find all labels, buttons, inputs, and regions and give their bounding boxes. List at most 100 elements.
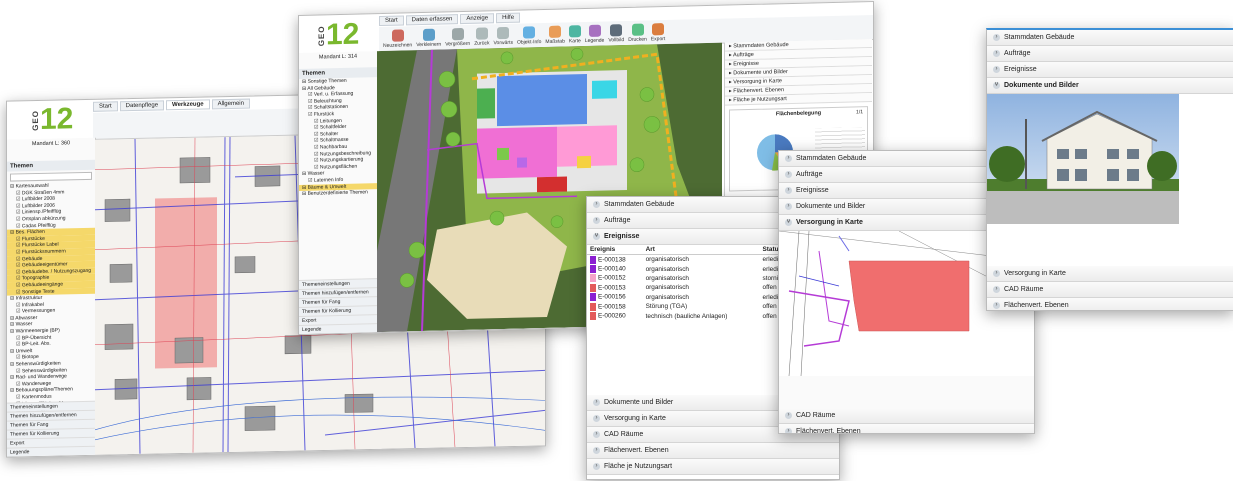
chevron-down-icon: ˅ [785, 219, 792, 226]
themes-tree-panel: Mandant L: 314 Themen ⊟ Sonstige Themen ⊟… [299, 51, 378, 335]
chevron-right-icon: › [593, 430, 600, 438]
accordion-row[interactable]: › Versorgung in Karte [987, 266, 1233, 282]
toolbar-button[interactable]: Zurück [474, 26, 490, 47]
chevron-right-icon: › [593, 201, 600, 208]
toolbar-button[interactable]: Verkleinern [416, 28, 441, 48]
accordion-label: Aufträge [604, 217, 631, 224]
search-input[interactable] [10, 171, 92, 182]
status-swatch [590, 302, 596, 311]
tool-icon [523, 25, 536, 39]
tree-item[interactable]: ⊟ Benutzerdefinierte Themen [299, 189, 377, 198]
tool-icon [652, 22, 665, 35]
event-art: organisatorisch [645, 274, 689, 282]
tool-label: Maßstab [545, 38, 565, 45]
status-swatch [590, 283, 596, 292]
chevron-right-icon: › [993, 270, 1000, 277]
chevron-right-icon: › [785, 203, 792, 210]
event-art: organisatorisch [645, 265, 689, 273]
tab-werkzeuge[interactable]: Werkzeuge [166, 99, 210, 111]
tab-start[interactable]: Start [379, 15, 404, 27]
tab-anzeige[interactable]: Anzeige [460, 13, 495, 25]
accordion-label: CAD Räume [1004, 286, 1044, 293]
chart-pager[interactable]: 1/1 [856, 109, 863, 115]
accordion-label: CAD Räume [796, 412, 836, 419]
toolbar-button[interactable]: Legende [584, 24, 605, 44]
tool-label: Zurück [474, 39, 490, 47]
event-id: E-000260 [587, 311, 643, 321]
event-id: E-000156 [587, 293, 643, 302]
accordion-row-open[interactable]: ˅ Dokumente und Bilder [987, 78, 1233, 94]
accordion-label: Versorgung in Karte [1004, 270, 1066, 277]
chevron-right-icon: › [993, 66, 1000, 73]
tab-hilfe[interactable]: Hilfe [496, 12, 521, 24]
accordion-row[interactable]: › Flächenvert. Ebenen [987, 298, 1233, 310]
event-art: Störung (TGA) [645, 303, 688, 311]
column-header[interactable]: Art [642, 245, 760, 255]
accordion-label: Aufträge [796, 171, 823, 178]
tool-label: Vollbild [608, 36, 625, 43]
tab-start[interactable]: Start [93, 101, 118, 112]
toolbar-button[interactable]: Export [651, 22, 665, 42]
status-swatch [590, 312, 596, 321]
toolbar-button[interactable]: Neuzeichnen [383, 28, 412, 48]
geo12-logo: GEO 12 [31, 102, 74, 136]
tab-datenpflege[interactable]: Datenpflege [119, 100, 165, 112]
accordion-label: Dokumente und Bilder [604, 398, 674, 406]
themes-header: Themen [7, 159, 95, 172]
chevron-down-icon: ˅ [993, 82, 1000, 89]
chevron-right-icon: › [785, 428, 792, 433]
toolbar-button[interactable]: Karte [568, 24, 581, 44]
accordion-row[interactable]: › Aufträge [987, 46, 1233, 62]
toolbar-button[interactable]: Drucken [628, 23, 647, 42]
accordion-label: Ereignisse [796, 187, 829, 194]
status-swatch [590, 274, 596, 283]
tool-icon [631, 23, 644, 36]
tab-daten-erfassen[interactable]: Daten erfassen [405, 14, 459, 26]
chevron-down-icon: ˅ [593, 233, 600, 240]
toolbar-button[interactable]: Vorwärts [493, 26, 513, 46]
event-art: organisatorisch [645, 256, 689, 264]
tab-allgemein[interactable]: Allgemein [211, 98, 250, 110]
accordion-row[interactable]: › Flächenvert. Ebenen [779, 424, 1034, 434]
panel-link[interactable]: Legende [299, 323, 377, 335]
accordion-label: Stammdaten Gebäude [796, 155, 867, 162]
chevron-right-icon: › [993, 34, 1000, 41]
accordion-row[interactable]: › Flächenvert. Ebenen [587, 442, 839, 459]
tool-label: Vergrößern [445, 40, 471, 47]
geo12-logo: GEO 12 [317, 17, 360, 52]
mandant-label: Mandant L: 314 [318, 53, 358, 61]
accordion-row[interactable]: › CAD Räume [779, 408, 1034, 424]
tool-label: Verkleinern [416, 41, 442, 48]
accordion-row[interactable]: › Fläche je Nutzungsart [587, 458, 839, 475]
accordion-label: Versorgung in Karte [604, 414, 666, 422]
chevron-right-icon: › [993, 50, 1000, 57]
event-id: E-000140 [587, 264, 643, 274]
tool-label: Vorwärts [493, 39, 513, 46]
status-swatch [590, 293, 596, 302]
panel-link[interactable]: Legende [7, 445, 95, 457]
column-header[interactable]: Ereignis [587, 245, 643, 255]
chevron-right-icon: › [993, 286, 1000, 293]
accordion-label: CAD Räume [604, 430, 644, 438]
event-id: E-000153 [587, 283, 643, 292]
chevron-right-icon: › [593, 446, 600, 454]
tool-label: Legende [584, 37, 605, 44]
accordion-row[interactable]: › Stammdaten Gebäude [987, 30, 1233, 46]
tool-icon [391, 28, 404, 42]
toolbar-button[interactable]: Vergrößern [445, 27, 470, 47]
tool-icon [610, 23, 623, 36]
toolbar-button[interactable]: Objekt-Info [517, 25, 541, 45]
chevron-right-icon: › [593, 414, 600, 422]
accordion-row[interactable]: › CAD Räume [987, 282, 1233, 298]
accordion-label: Flächenvert. Ebenen [796, 428, 861, 434]
chevron-right-icon: › [993, 302, 1000, 309]
event-id: E-000158 [587, 302, 643, 311]
toolbar-button[interactable]: Maßstab [545, 25, 565, 45]
building-photo [987, 94, 1179, 224]
toolbar-button[interactable]: Vollbild [608, 23, 625, 43]
tool-icon [475, 26, 488, 40]
event-id: E-000152 [587, 274, 643, 283]
accordion-row[interactable]: › Ereignisse [987, 62, 1233, 78]
accordion-label: Flächenvert. Ebenen [1004, 302, 1069, 309]
accordion-label: Ereignisse [1004, 66, 1037, 73]
